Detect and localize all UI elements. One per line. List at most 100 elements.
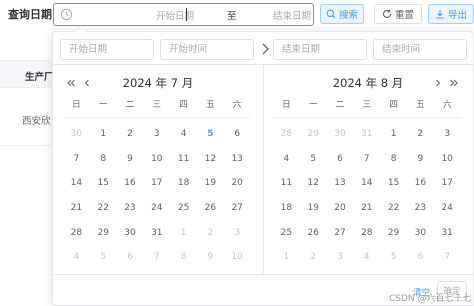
- calendar-day[interactable]: 19: [300, 203, 327, 213]
- calendar-day[interactable]: 8: [90, 154, 117, 164]
- calendar-day[interactable]: 7: [353, 154, 380, 164]
- calendar-day[interactable]: 6: [117, 252, 144, 262]
- calendar-day[interactable]: 3: [224, 228, 251, 238]
- calendar-day[interactable]: 1: [170, 228, 197, 238]
- calendar-day[interactable]: 28: [273, 129, 300, 139]
- calendar-day[interactable]: 12: [197, 154, 224, 164]
- calendar-day[interactable]: 29: [380, 228, 407, 238]
- calendar-day[interactable]: 7: [434, 252, 461, 262]
- calendar-day[interactable]: 13: [224, 154, 251, 164]
- calendar-day[interactable]: 9: [197, 252, 224, 262]
- calendar-day[interactable]: 27: [327, 228, 354, 238]
- end-time-input[interactable]: 结束时间: [373, 39, 467, 60]
- calendar-day[interactable]: 27: [224, 203, 251, 213]
- calendar-day[interactable]: 10: [143, 154, 170, 164]
- calendar-day[interactable]: 12: [300, 178, 327, 188]
- range-end-input[interactable]: 结束日期: [273, 8, 311, 22]
- calendar-day[interactable]: 2: [407, 129, 434, 139]
- next-month-button[interactable]: [432, 77, 444, 89]
- calendar-day[interactable]: 13: [327, 178, 354, 188]
- next-year-button[interactable]: [448, 77, 460, 89]
- calendar-day[interactable]: 21: [63, 203, 90, 213]
- calendar-day[interactable]: 10: [224, 252, 251, 262]
- calendar-day[interactable]: 20: [224, 178, 251, 188]
- calendar-day[interactable]: 11: [273, 178, 300, 188]
- calendar-day[interactable]: 2: [197, 228, 224, 238]
- calendar-day[interactable]: 3: [327, 252, 354, 262]
- calendar-day[interactable]: 5: [300, 154, 327, 164]
- calendar-day[interactable]: 4: [273, 154, 300, 164]
- calendar-day[interactable]: 31: [434, 228, 461, 238]
- calendar-day[interactable]: 24: [434, 203, 461, 213]
- calendar-day[interactable]: 31: [143, 228, 170, 238]
- calendar-day[interactable]: 31: [353, 129, 380, 139]
- calendar-day[interactable]: 20: [327, 203, 354, 213]
- calendar-day[interactable]: 29: [90, 228, 117, 238]
- calendar-day-today[interactable]: 5: [197, 129, 224, 139]
- calendar-day[interactable]: 23: [407, 203, 434, 213]
- end-date-input[interactable]: 结束日期: [273, 39, 367, 60]
- start-date-input[interactable]: 开始日期: [60, 39, 154, 60]
- calendar-day[interactable]: 24: [143, 203, 170, 213]
- calendar-day[interactable]: 25: [273, 228, 300, 238]
- export-button[interactable]: 导出: [428, 4, 474, 24]
- calendar-day[interactable]: 5: [90, 252, 117, 262]
- calendar-day[interactable]: 3: [143, 129, 170, 139]
- calendar-day[interactable]: 30: [117, 228, 144, 238]
- calendar-day[interactable]: 2: [300, 252, 327, 262]
- prev-month-button[interactable]: [81, 77, 93, 89]
- calendar-day[interactable]: 26: [197, 203, 224, 213]
- calendar-day[interactable]: 7: [143, 252, 170, 262]
- calendar-day[interactable]: 5: [380, 252, 407, 262]
- calendar-day[interactable]: 30: [327, 129, 354, 139]
- weekday-label: 日: [72, 100, 81, 110]
- calendar-day[interactable]: 19: [197, 178, 224, 188]
- calendar-day[interactable]: 11: [170, 154, 197, 164]
- start-time-input[interactable]: 开始时间: [160, 39, 254, 60]
- calendar-day[interactable]: 6: [407, 252, 434, 262]
- calendar-day[interactable]: 8: [380, 154, 407, 164]
- calendar-day[interactable]: 2: [117, 129, 144, 139]
- calendar-day[interactable]: 21: [353, 203, 380, 213]
- calendar-day[interactable]: 16: [117, 178, 144, 188]
- calendar-day[interactable]: 23: [117, 203, 144, 213]
- calendar-day[interactable]: 1: [90, 129, 117, 139]
- calendar-day[interactable]: 15: [90, 178, 117, 188]
- calendar-day[interactable]: 9: [117, 154, 144, 164]
- calendar-day[interactable]: 18: [273, 203, 300, 213]
- search-button[interactable]: 搜索: [320, 4, 364, 24]
- calendar-day[interactable]: 8: [170, 252, 197, 262]
- calendar-day[interactable]: 15: [380, 178, 407, 188]
- calendar-day[interactable]: 9: [407, 154, 434, 164]
- calendar-day[interactable]: 14: [63, 178, 90, 188]
- text-caret: [186, 8, 187, 21]
- range-start-input[interactable]: 开始日期: [156, 8, 194, 22]
- calendar-day[interactable]: 29: [300, 129, 327, 139]
- calendar-day[interactable]: 6: [327, 154, 354, 164]
- calendar-day[interactable]: 14: [353, 178, 380, 188]
- calendar-day[interactable]: 28: [353, 228, 380, 238]
- reset-button[interactable]: 重置: [374, 4, 422, 24]
- calendar-day[interactable]: 17: [143, 178, 170, 188]
- calendar-day[interactable]: 17: [434, 178, 461, 188]
- calendar-day[interactable]: 18: [170, 178, 197, 188]
- calendar-day[interactable]: 10: [434, 154, 461, 164]
- prev-year-button[interactable]: [65, 77, 77, 89]
- calendar-day[interactable]: 30: [407, 228, 434, 238]
- calendar-day[interactable]: 4: [170, 129, 197, 139]
- calendar-day[interactable]: 6: [224, 129, 251, 139]
- calendar-day[interactable]: 30: [63, 129, 90, 139]
- calendar-day[interactable]: 1: [380, 129, 407, 139]
- calendar-day[interactable]: 3: [434, 129, 461, 139]
- calendar-day[interactable]: 7: [63, 154, 90, 164]
- calendar-day[interactable]: 22: [380, 203, 407, 213]
- date-range-input[interactable]: 开始日期 至 结束日期: [53, 3, 314, 26]
- calendar-day[interactable]: 4: [353, 252, 380, 262]
- calendar-day[interactable]: 22: [90, 203, 117, 213]
- calendar-day[interactable]: 25: [170, 203, 197, 213]
- calendar-day[interactable]: 28: [63, 228, 90, 238]
- calendar-day[interactable]: 16: [407, 178, 434, 188]
- calendar-day[interactable]: 4: [63, 252, 90, 262]
- calendar-day[interactable]: 1: [273, 252, 300, 262]
- calendar-day[interactable]: 26: [300, 228, 327, 238]
